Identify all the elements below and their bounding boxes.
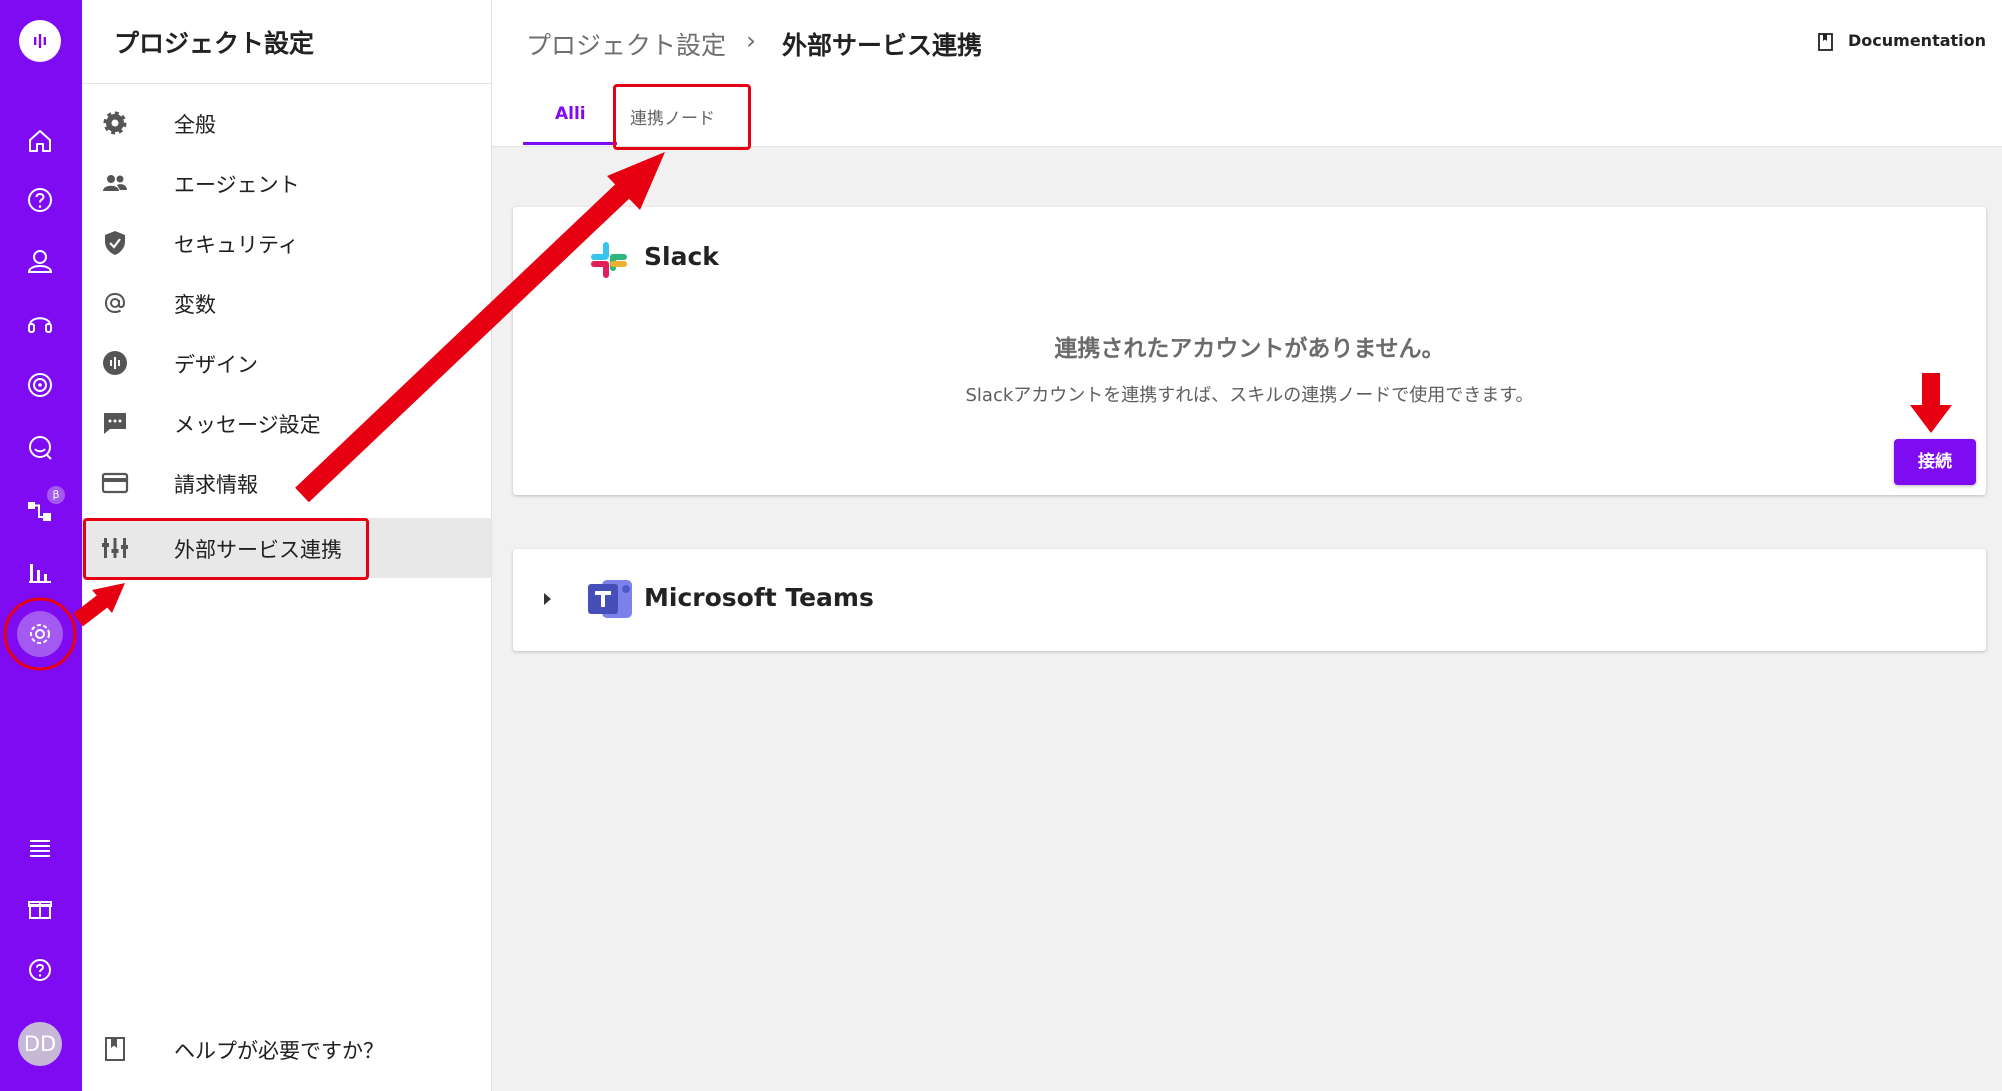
shield-icon	[105, 231, 125, 255]
tab-alli[interactable]: Alli	[555, 104, 586, 124]
settings-sidebar: プロジェクト設定 全般 エージェント セキュリティ 変数 デザイン メッセージ設…	[82, 0, 492, 1091]
home-icon[interactable]	[25, 126, 55, 156]
sidebar-item-label: エージェント	[174, 173, 300, 197]
slack-title: Slack	[644, 242, 719, 271]
expand-caret-icon[interactable]	[544, 257, 551, 269]
message-icon	[104, 413, 126, 434]
sidebar-item-label: 変数	[174, 293, 216, 317]
sidebar-item-label: 外部サービス連携	[174, 538, 342, 562]
breadcrumb-separator: ›	[746, 26, 756, 55]
breadcrumb-parent[interactable]: プロジェクト設定	[526, 26, 726, 62]
sidebar-help-link[interactable]: ヘルプが必要ですか？	[82, 1019, 491, 1079]
sidebar-item-label: 全般	[174, 113, 216, 137]
menu-list-icon[interactable]	[25, 832, 55, 862]
settings-nav-active[interactable]	[17, 611, 63, 657]
fingerprint-icon[interactable]	[25, 370, 55, 400]
analytics-icon[interactable]	[25, 557, 55, 587]
sidebar-item-message-settings[interactable]: メッセージ設定	[82, 393, 491, 453]
settings-gear-icon	[30, 624, 50, 644]
beta-badge: β	[47, 486, 65, 504]
integration-icon	[102, 538, 128, 558]
empty-state-title: 連携されたアカウントがありません。	[1054, 336, 1445, 362]
sidebar-item-design[interactable]: デザイン	[82, 333, 491, 393]
teams-title: Microsoft Teams	[644, 583, 874, 612]
people-icon	[103, 175, 127, 191]
app-logo[interactable]	[19, 20, 61, 62]
sidebar-item-label: セキュリティ	[174, 233, 299, 257]
sidebar-title: プロジェクト設定	[114, 29, 315, 58]
sidebar-item-billing[interactable]: 請求情報	[82, 453, 491, 513]
gear-icon	[103, 111, 127, 135]
teams-logo-icon	[588, 580, 632, 618]
main-content: プロジェクト設定 › 外部サービス連携 Documentation Alli 連…	[492, 0, 2002, 1091]
help-circle-icon[interactable]	[25, 955, 55, 985]
sidebar-item-label: デザイン	[174, 353, 258, 377]
faq-icon[interactable]	[25, 185, 55, 215]
conversation-icon[interactable]	[25, 433, 55, 463]
agent-chat-icon[interactable]	[25, 308, 55, 338]
slack-logo-icon	[591, 242, 627, 278]
tab-active-indicator	[523, 142, 617, 145]
logo-bars-icon	[34, 34, 46, 48]
book-icon	[1818, 33, 1833, 51]
help-label: ヘルプが必要ですか？	[174, 1039, 384, 1063]
palette-icon	[103, 351, 127, 375]
page-title: 外部サービス連携	[782, 31, 983, 60]
user-avatar[interactable]: DD	[18, 1022, 62, 1066]
documentation-label: Documentation	[1848, 31, 1987, 50]
at-icon	[104, 292, 126, 314]
sidebar-item-label: 請求情報	[174, 473, 258, 497]
connect-button[interactable]: 接続	[1894, 439, 1976, 485]
user-icon[interactable]	[25, 246, 55, 276]
gift-icon[interactable]	[25, 893, 55, 923]
teams-integration-card: Microsoft Teams	[513, 549, 1986, 651]
empty-state-description: Slackアカウントを連携すれば、スキルの連携ノードで使用できます。	[965, 385, 1534, 406]
book-icon	[105, 1037, 125, 1061]
slack-integration-card: Slack 連携されたアカウントがありません。 Slackアカウントを連携すれば…	[513, 207, 1986, 495]
credit-card-icon	[101, 472, 129, 494]
sidebar-item-variables[interactable]: 変数	[82, 273, 491, 333]
top-bar: プロジェクト設定 › 外部サービス連携 Documentation Alli 連…	[492, 0, 2002, 147]
sidebar-item-integrations[interactable]: 外部サービス連携	[82, 518, 491, 578]
expand-caret-icon[interactable]	[544, 593, 551, 605]
app-rail: β DD	[0, 0, 82, 1091]
sidebar-item-general[interactable]: 全般	[82, 93, 491, 153]
sidebar-item-security[interactable]: セキュリティ	[82, 213, 491, 273]
sidebar-divider	[82, 83, 491, 84]
tab-integration-nodes[interactable]: 連携ノード	[630, 104, 715, 129]
sidebar-item-label: メッセージ設定	[174, 413, 321, 437]
sidebar-item-agents[interactable]: エージェント	[82, 153, 491, 213]
